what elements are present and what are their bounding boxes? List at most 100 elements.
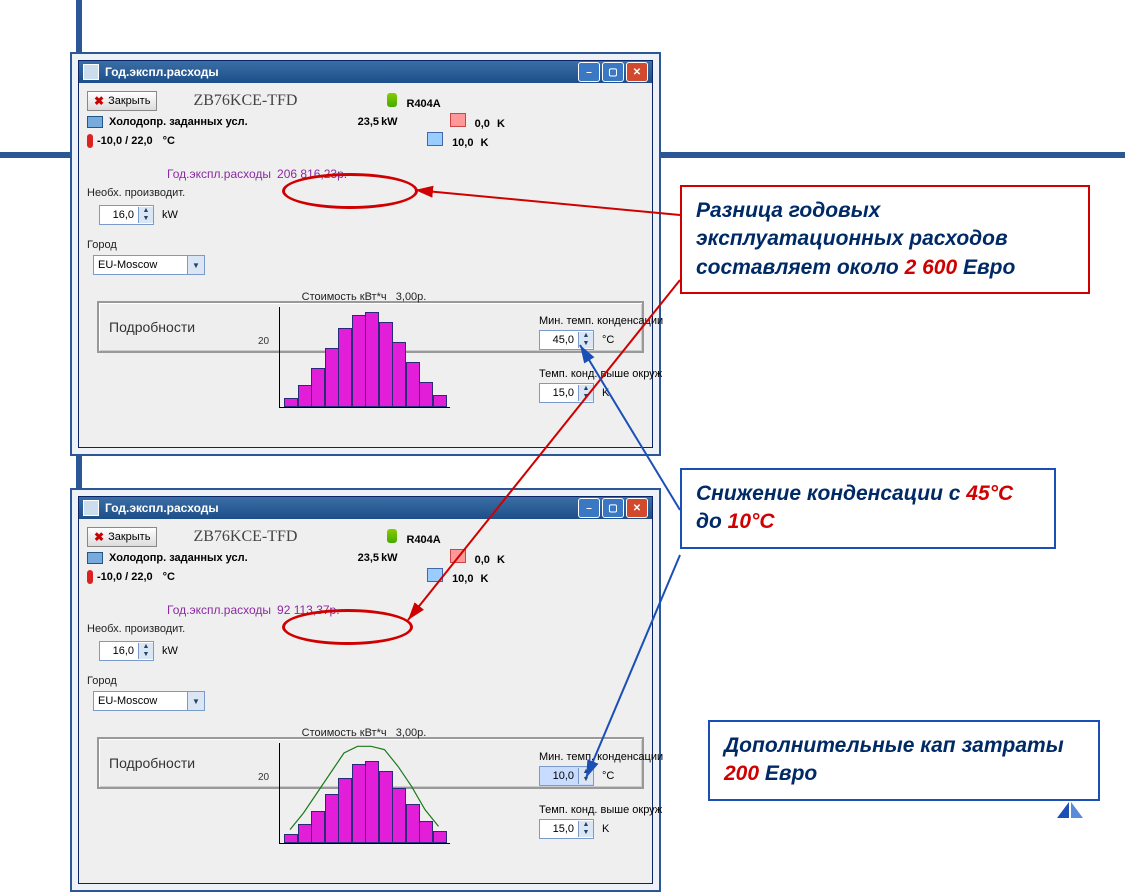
up-temp-icon [427, 132, 443, 146]
panel-bottom: Год.экспл.расходы – ▢ ✕ ✖ Закрыть ZB76KC… [70, 488, 661, 892]
spinner-down-icon[interactable]: ▼ [579, 340, 593, 348]
minimize-button[interactable]: – [578, 62, 600, 82]
price-value: 3,00р. [396, 727, 427, 739]
text: до [696, 510, 728, 533]
cooling-value: 23,5 [358, 552, 379, 564]
price-value: 3,00р. [396, 291, 427, 303]
text: Дополнительные кап затраты [724, 734, 1064, 757]
chart-bar [406, 804, 420, 843]
callout-diff-annual: Разница годовых эксплуатационных расходо… [680, 185, 1090, 294]
titlebar[interactable]: Год.экспл.расходы – ▢ ✕ [79, 61, 652, 83]
chart-bar [406, 362, 420, 407]
model-label: ZB76KCE-TFD [193, 92, 297, 110]
spinner-down-icon[interactable]: ▼ [579, 829, 593, 837]
subcool-value: 10,0 [452, 137, 473, 149]
chart-bar [298, 824, 312, 843]
close-window-button[interactable]: ✕ [626, 62, 648, 82]
chart-bar [311, 368, 325, 407]
temp-range: -10,0 / 22,0 [97, 135, 153, 147]
value-to: 10°С [728, 510, 775, 533]
subcool-value: 10,0 [452, 573, 473, 585]
min-cond-input-top[interactable]: 45,0 ▲▼ [539, 330, 594, 350]
city-select[interactable]: EU-Moscow ▼ [93, 691, 205, 711]
window-title: Год.экспл.расходы [105, 65, 219, 79]
spinner-down-icon[interactable]: ▼ [579, 393, 593, 401]
temp-unit: °C [163, 571, 175, 583]
panel-top: Год.экспл.расходы – ▢ ✕ ✖ Закрыть ZB76KC… [70, 52, 661, 456]
temp-unit: °C [163, 135, 175, 147]
refrigerant-cell: R404A [387, 529, 440, 546]
spinner-down-icon[interactable]: ▼ [139, 651, 153, 659]
cooling-value: 23,5 [358, 116, 379, 128]
y-tick-20: 20 [258, 772, 269, 783]
annual-cost-label: Год.экспл.расходы [167, 167, 271, 181]
delta-input[interactable]: 15,0 ▲▼ [539, 819, 594, 839]
maximize-button[interactable]: ▢ [602, 498, 624, 518]
delta-value: 15,0 [540, 823, 578, 835]
spinner-up-icon[interactable]: ▲ [139, 207, 153, 215]
chart-bar [284, 834, 298, 843]
delta-label: Темп. конд. выше окруж [539, 804, 699, 816]
spinner-down-icon[interactable]: ▼ [139, 215, 153, 223]
chart-bar [392, 342, 406, 407]
delta-value: 15,0 [540, 387, 578, 399]
chevron-down-icon: ▼ [187, 692, 204, 710]
superheat-unit: K [497, 554, 505, 566]
cooling-conditions-label: Холодопр. заданных усл. [109, 552, 248, 564]
close-button[interactable]: ✖ Закрыть [87, 91, 157, 111]
text: Евро [957, 256, 1015, 279]
chart-bar [338, 778, 352, 843]
superheat-unit: K [497, 118, 505, 130]
price-label: Стоимость кВт*ч [302, 727, 387, 739]
chart-bar [392, 788, 406, 843]
spinner-up-icon[interactable]: ▲ [579, 385, 593, 393]
spinner-up-icon[interactable]: ▲ [139, 643, 153, 651]
chart-bar [433, 395, 447, 407]
superheat-value: 0,0 [475, 554, 490, 566]
callout-capex: Дополнительные кап затраты 200 Евро [708, 720, 1100, 801]
temp-range: -10,0 / 22,0 [97, 571, 153, 583]
chart-bar [352, 315, 366, 407]
maximize-button[interactable]: ▢ [602, 62, 624, 82]
min-cond-unit: °C [602, 770, 614, 782]
down-temp-icon [450, 549, 466, 563]
city-select[interactable]: EU-Moscow ▼ [93, 255, 205, 275]
cooling-conditions-label: Холодопр. заданных усл. [109, 116, 248, 128]
spinner-up-icon[interactable]: ▲ [579, 332, 593, 340]
close-button[interactable]: ✖ Закрыть [87, 527, 157, 547]
delta-label: Темп. конд. выше окруж [539, 368, 699, 380]
app-icon [83, 500, 99, 516]
delta-input[interactable]: 15,0 ▲▼ [539, 383, 594, 403]
price-row: Стоимость кВт*ч 3,00р. [279, 291, 449, 303]
chart-bar [325, 348, 339, 407]
required-capacity-input[interactable]: 16,0 ▲▼ [99, 205, 154, 225]
close-window-button[interactable]: ✕ [626, 498, 648, 518]
close-label: Закрыть [108, 531, 150, 543]
titlebar[interactable]: Год.экспл.расходы – ▢ ✕ [79, 497, 652, 519]
thermometer-icon [87, 134, 93, 148]
refrigerant-value: R404A [407, 98, 441, 110]
required-capacity-input[interactable]: 16,0 ▲▼ [99, 641, 154, 661]
refrigerant-icon [387, 93, 397, 107]
details-label: Подробности [109, 319, 195, 335]
spinner-down-icon[interactable]: ▼ [579, 776, 593, 784]
cooling-unit: kW [381, 116, 398, 128]
min-cond-input-bottom[interactable]: 10,0 ▲▼ [539, 766, 594, 786]
thermometer-icon [87, 570, 93, 584]
text: Евро [759, 762, 817, 785]
required-capacity-value: 16,0 [100, 209, 138, 221]
minimize-button[interactable]: – [578, 498, 600, 518]
min-cond-unit: °C [602, 334, 614, 346]
spinner-up-icon[interactable]: ▲ [579, 821, 593, 829]
window-title: Год.экспл.расходы [105, 501, 219, 515]
city-value: EU-Moscow [94, 695, 187, 707]
city-label: Город [87, 239, 644, 251]
subcool-cell: 10,0 K [427, 568, 489, 585]
app-icon [83, 64, 99, 80]
price-row: Стоимость кВт*ч 3,00р. [279, 727, 449, 739]
spinner-up-icon[interactable]: ▲ [579, 768, 593, 776]
refrigerant-value: R404A [407, 534, 441, 546]
delta-unit: K [602, 387, 609, 399]
chart-bar [365, 761, 379, 843]
cooling-unit: kW [381, 552, 398, 564]
